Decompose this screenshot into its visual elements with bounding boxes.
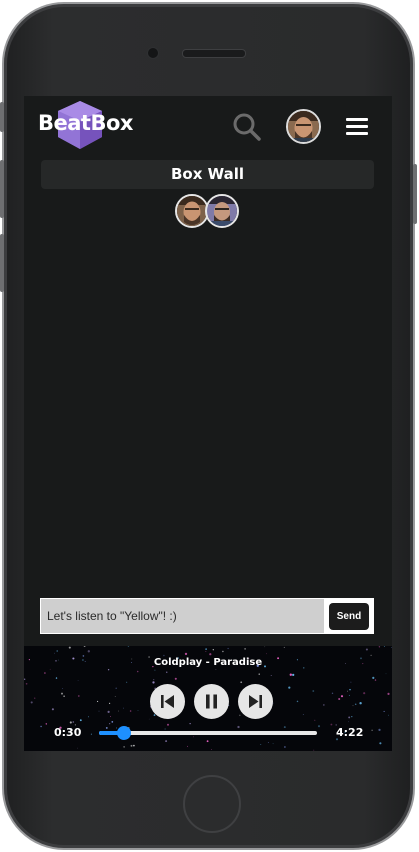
seek-bar-thumb[interactable]	[117, 726, 132, 740]
user-avatar[interactable]	[286, 109, 321, 144]
now-playing-track: Coldplay - Paradise	[153, 657, 263, 668]
front-camera	[147, 47, 159, 59]
phone-volume-down-button	[0, 234, 4, 292]
chat-composer: Send	[40, 598, 374, 634]
pause-button[interactable]	[194, 684, 229, 719]
previous-track-button[interactable]	[150, 684, 185, 719]
app-logo[interactable]: BeatBox	[38, 111, 133, 135]
seek-bar[interactable]	[99, 726, 317, 740]
next-track-button[interactable]	[238, 684, 273, 719]
pause-icon	[206, 694, 217, 709]
member-avatar[interactable]	[205, 194, 239, 228]
member-avatar[interactable]	[175, 194, 209, 228]
skip-previous-icon	[161, 695, 174, 708]
elapsed-time: 0:30	[54, 726, 82, 739]
search-icon[interactable]	[232, 112, 262, 142]
phone-power-button	[413, 164, 417, 224]
phone-volume-up-button	[0, 160, 4, 218]
phone-mute-switch	[0, 102, 4, 132]
track-duration: 4:22	[336, 726, 364, 739]
send-button[interactable]: Send	[329, 603, 369, 630]
chat-message-input[interactable]	[41, 599, 324, 633]
hamburger-menu-icon[interactable]	[346, 118, 368, 135]
home-button[interactable]	[183, 775, 241, 833]
box-wall-title: Box Wall	[41, 160, 374, 189]
skip-next-icon	[249, 695, 262, 708]
app-screen: BeatBox Box Wall Let's listen to "Yellow…	[24, 96, 392, 751]
earpiece-speaker	[182, 49, 246, 58]
music-player: Coldplay - Paradise 0:30 4:22	[24, 646, 392, 751]
app-header: BeatBox	[24, 96, 392, 154]
